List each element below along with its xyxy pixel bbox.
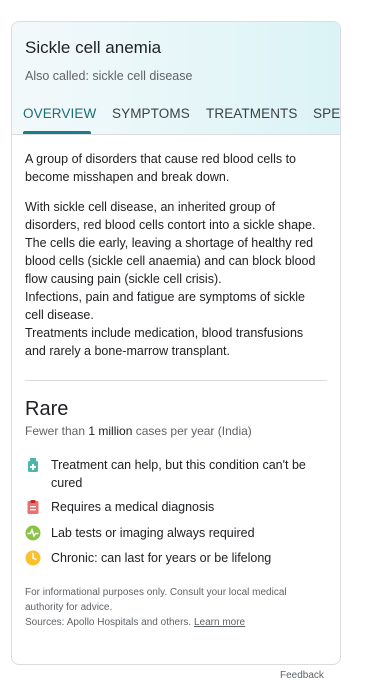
section-divider (25, 380, 327, 381)
feature-text: Treatment can help, but this condition c… (51, 458, 306, 490)
sources-text: Sources: Apollo Hospitals and others. (25, 617, 194, 628)
overview-text: A group of disorders that cause red bloo… (25, 150, 327, 360)
knowledge-panel-card: Sickle cell anemia Also called: sickle c… (11, 21, 341, 665)
clock-icon (25, 550, 41, 566)
condition-title: Sickle cell anemia (25, 38, 162, 57)
feedback-link[interactable]: Feedback (280, 670, 324, 681)
frequency-prefix: Fewer than (25, 424, 89, 438)
feature-text: Requires a medical diagnosis (51, 500, 215, 514)
clipboard-icon (25, 499, 41, 515)
disclaimer: For informational purposes only. Consult… (25, 585, 325, 630)
overview-paragraph-2: With sickle cell disease, an inherited g… (25, 200, 316, 286)
condition-also-called: Also called: sickle cell disease (25, 69, 193, 83)
prevalence-frequency: Fewer than 1 million cases per year (Ind… (25, 424, 252, 438)
overview-paragraph-1: A group of disorders that cause red bloo… (25, 152, 296, 184)
tab-symptoms[interactable]: SYMPTOMS (112, 106, 190, 121)
frequency-count: 1 million (88, 424, 133, 438)
learn-more-link[interactable]: Learn more (194, 617, 245, 628)
feature-text: Lab tests or imaging always required (51, 526, 255, 540)
panel-header: Sickle cell anemia Also called: sickle c… (12, 22, 340, 135)
tab-overview[interactable]: OVERVIEW (23, 106, 96, 121)
medicine-bottle-icon (25, 457, 41, 473)
lab-test-icon (25, 525, 41, 541)
tab-specialists[interactable]: SPEC (313, 106, 340, 121)
prevalence-label: Rare (25, 398, 69, 420)
overview-paragraph-3: Infections, pain and fatigue are symptom… (25, 290, 306, 322)
disclaimer-text: For informational purposes only. Consult… (25, 587, 287, 613)
active-tab-indicator (23, 131, 91, 134)
frequency-suffix: cases per year (India) (132, 424, 252, 438)
feature-text: Chronic: can last for years or be lifelo… (51, 551, 272, 565)
sources-line: Sources: Apollo Hospitals and others. Le… (25, 615, 325, 630)
tab-treatments[interactable]: TREATMENTS (206, 106, 298, 121)
overview-paragraph-4: Treatments include medication, blood tra… (25, 326, 304, 358)
